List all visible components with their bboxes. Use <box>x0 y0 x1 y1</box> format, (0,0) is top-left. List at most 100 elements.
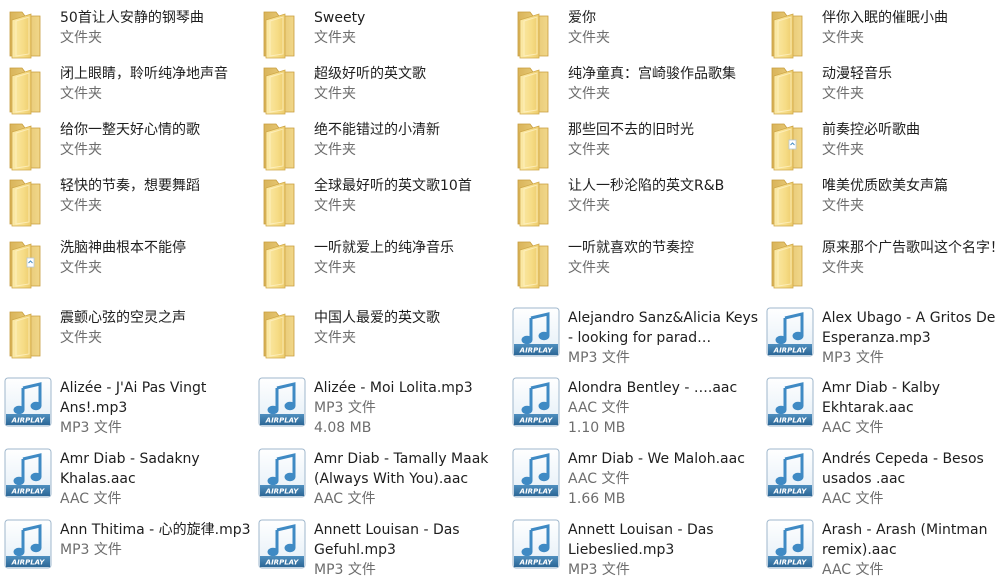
item-type: MP3 文件 <box>314 400 376 416</box>
item-type: MP3 文件 <box>568 562 630 578</box>
item-name: 给你一整天好心情的歌 <box>60 122 200 138</box>
item-text: 震颤心弦的空灵之声 文件夹 <box>60 306 254 348</box>
item-text: 动漫轻音乐 文件夹 <box>822 62 1008 104</box>
folder-item[interactable]: 中国人最爱的英文歌 文件夹 <box>258 306 512 370</box>
folder-item[interactable]: 全球最好听的英文歌10首 文件夹 <box>258 174 512 238</box>
folder-icon <box>512 6 562 60</box>
file-item[interactable]: AIRPLAY Alejandro Sanz&Alicia Keys - look… <box>512 306 766 370</box>
item-type: AAC 文件 <box>60 491 122 507</box>
folder-icon <box>512 118 562 172</box>
item-text: 纯净童真：宫崎骏作品歌集 文件夹 <box>568 62 762 104</box>
folder-item[interactable]: 纯净童真：宫崎骏作品歌集 文件夹 <box>512 62 766 126</box>
item-text: 原来那个广告歌叫这个名字！ 文件夹 <box>822 236 1008 278</box>
item-text: Alizée - J'Ai Pas Vingt Ans!.mp3 MP3 文件 <box>60 376 254 438</box>
item-text: 闭上眼睛，聆听纯净地声音 文件夹 <box>60 62 254 104</box>
file-item[interactable]: AIRPLAY Alondra Bentley - ….aac AAC 文件 1.10… <box>512 376 766 440</box>
item-name: 50首让人安静的钢琴曲 <box>60 10 204 26</box>
folder-item[interactable]: 动漫轻音乐 文件夹 <box>766 62 1008 126</box>
folder-icon <box>512 236 562 290</box>
item-name: Amr Diab - Sadakny Khalas.aac <box>60 451 200 487</box>
audio-file-icon: AIRPLAY <box>4 447 54 501</box>
item-text: 爱你 文件夹 <box>568 6 762 48</box>
folder-item[interactable]: 原来那个广告歌叫这个名字！ 文件夹 <box>766 236 1008 300</box>
folder-icon <box>766 62 816 116</box>
item-type: 文件夹 <box>60 198 102 214</box>
svg-text:AIRPLAY: AIRPLAY <box>773 559 808 567</box>
file-item[interactable]: AIRPLAY Alizée - J'Ai Pas Vingt Ans!.mp3 M… <box>4 376 258 440</box>
folder-item[interactable]: 伴你入眠的催眠小曲 文件夹 <box>766 6 1008 70</box>
folder-item[interactable]: 绝不能错过的小清新 文件夹 <box>258 118 512 182</box>
folder-icon <box>766 236 816 290</box>
item-name: 原来那个广告歌叫这个名字！ <box>822 240 1004 256</box>
item-type: 文件夹 <box>314 260 356 276</box>
item-name: 一听就爱上的纯净音乐 <box>314 240 454 256</box>
item-name: Amr Diab - Tamally Maak (Always With You… <box>314 451 489 487</box>
item-text: 绝不能错过的小清新 文件夹 <box>314 118 508 160</box>
folder-icon <box>766 6 816 60</box>
file-item[interactable]: AIRPLAY Amr Diab - Sadakny Khalas.aac AAC … <box>4 447 258 511</box>
item-text: 前奏控必听歌曲 文件夹 <box>822 118 1008 160</box>
folder-item[interactable]: 震颤心弦的空灵之声 文件夹 <box>4 306 258 370</box>
item-text: 伴你入眠的催眠小曲 文件夹 <box>822 6 1008 48</box>
audio-file-icon: AIRPLAY <box>258 518 308 572</box>
svg-text:AIRPLAY: AIRPLAY <box>265 488 300 496</box>
folder-item[interactable]: 超级好听的英文歌 文件夹 <box>258 62 512 126</box>
item-type: MP3 文件 <box>822 350 884 366</box>
item-type: MP3 文件 <box>568 350 630 366</box>
file-item[interactable]: AIRPLAY Alex Ubago - A Gritos De Esperanz… <box>766 306 1008 370</box>
item-name: Alizée - J'Ai Pas Vingt Ans!.mp3 <box>60 380 207 416</box>
folder-icon <box>258 306 308 360</box>
item-text: 唯美优质欧美女声篇 文件夹 <box>822 174 1008 216</box>
item-text: 那些回不去的旧时光 文件夹 <box>568 118 762 160</box>
svg-text:AIRPLAY: AIRPLAY <box>773 347 808 355</box>
item-type: AAC 文件 <box>568 400 630 416</box>
file-item[interactable]: AIRPLAY Annett Louisan - Das Liebeslied.m… <box>512 518 766 582</box>
audio-file-icon: AIRPLAY <box>766 306 816 360</box>
folder-item[interactable]: 闭上眼睛，聆听纯净地声音 文件夹 <box>4 62 258 126</box>
item-type: 文件夹 <box>822 86 864 102</box>
item-type: MP3 文件 <box>60 542 122 558</box>
folder-item[interactable]: 轻快的节奏，想要舞蹈 文件夹 <box>4 174 258 238</box>
item-text: Alizée - Moi Lolita.mp3 MP3 文件 4.08 MB <box>314 376 508 438</box>
item-type: MP3 文件 <box>314 562 376 578</box>
folder-item[interactable]: Sweety 文件夹 <box>258 6 512 70</box>
file-item[interactable]: AIRPLAY Alizée - Moi Lolita.mp3 MP3 文件 4.08… <box>258 376 512 440</box>
file-item[interactable]: AIRPLAY Annett Louisan - Das Gefuhl.mp3 MP… <box>258 518 512 582</box>
folder-item[interactable]: 一听就爱上的纯净音乐 文件夹 <box>258 236 512 300</box>
item-text: 超级好听的英文歌 文件夹 <box>314 62 508 104</box>
folder-item[interactable]: 唯美优质欧美女声篇 文件夹 <box>766 174 1008 238</box>
svg-text:AIRPLAY: AIRPLAY <box>519 559 554 567</box>
item-size: 1.10 MB <box>568 420 626 436</box>
item-type: 文件夹 <box>822 198 864 214</box>
audio-file-icon: AIRPLAY <box>512 518 562 572</box>
file-item[interactable]: AIRPLAY Arash - Arash (Mintman remix).aac… <box>766 518 1008 582</box>
folder-item[interactable]: 给你一整天好心情的歌 文件夹 <box>4 118 258 182</box>
folder-item[interactable]: 让人一秒沦陷的英文R&B 文件夹 <box>512 174 766 238</box>
file-item[interactable]: AIRPLAY Amr Diab - Tamally Maak (Always W… <box>258 447 512 511</box>
folder-item[interactable]: 洗脑神曲根本不能停 文件夹 <box>4 236 258 300</box>
item-text: 给你一整天好心情的歌 文件夹 <box>60 118 254 160</box>
file-item[interactable]: AIRPLAY Amr Diab - Kalby Ekhtarak.aac AAC … <box>766 376 1008 440</box>
item-name: Alondra Bentley - ….aac <box>568 380 738 396</box>
svg-text:AIRPLAY: AIRPLAY <box>265 559 300 567</box>
item-name: Amr Diab - Kalby Ekhtarak.aac <box>822 380 941 416</box>
item-text: Amr Diab - We Maloh.aac AAC 文件 1.66 MB <box>568 447 762 509</box>
item-text: 洗脑神曲根本不能停 文件夹 <box>60 236 254 278</box>
item-name: 爱你 <box>568 10 596 26</box>
item-text: Amr Diab - Sadakny Khalas.aac AAC 文件 <box>60 447 254 509</box>
item-type: 文件夹 <box>568 30 610 46</box>
file-item[interactable]: AIRPLAY Amr Diab - We Maloh.aac AAC 文件 1.66… <box>512 447 766 511</box>
folder-item[interactable]: 一听就喜欢的节奏控 文件夹 <box>512 236 766 300</box>
file-item[interactable]: AIRPLAY Ann Thitima - 心的旋律.mp3 MP3 文件 <box>4 518 258 582</box>
folder-item[interactable]: 那些回不去的旧时光 文件夹 <box>512 118 766 182</box>
item-type: AAC 文件 <box>568 471 630 487</box>
svg-text:AIRPLAY: AIRPLAY <box>265 417 300 425</box>
file-item[interactable]: AIRPLAY Andrés Cepeda - Besos usados .aac… <box>766 447 1008 511</box>
folder-item[interactable]: 前奏控必听歌曲 文件夹 <box>766 118 1008 182</box>
item-name: 一听就喜欢的节奏控 <box>568 240 694 256</box>
folder-item[interactable]: 50首让人安静的钢琴曲 文件夹 <box>4 6 258 70</box>
folder-item[interactable]: 爱你 文件夹 <box>512 6 766 70</box>
item-type: 文件夹 <box>314 86 356 102</box>
item-type: AAC 文件 <box>822 491 884 507</box>
item-name: Annett Louisan - Das Gefuhl.mp3 <box>314 522 460 558</box>
